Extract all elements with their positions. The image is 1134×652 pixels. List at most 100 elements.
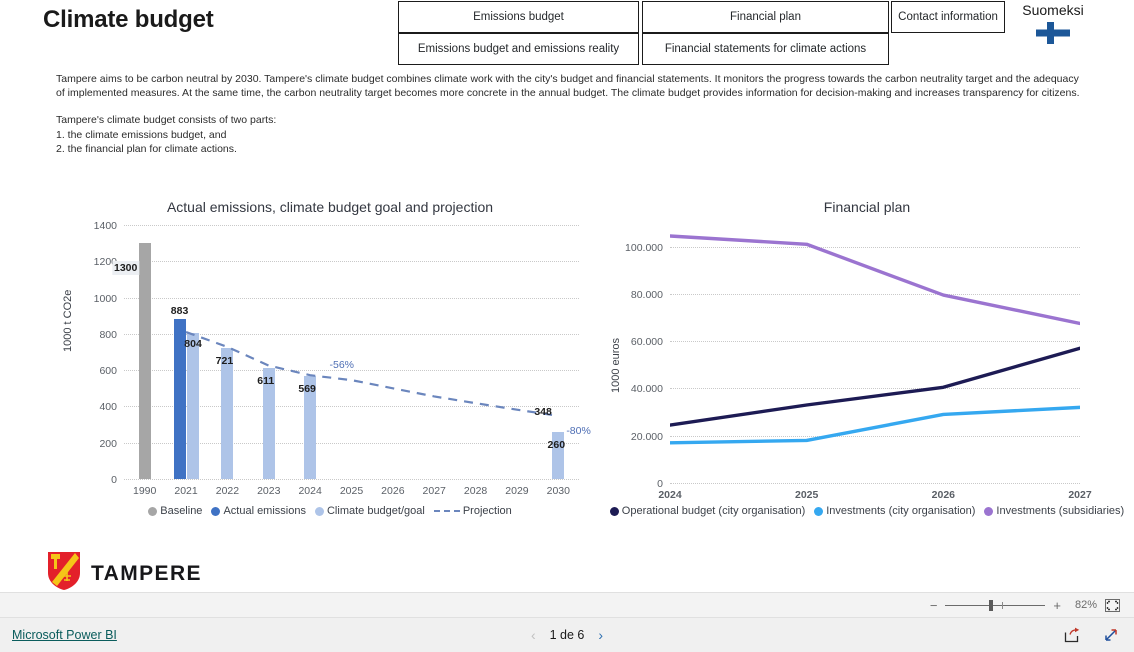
y-axis-tick-label: 100.000 bbox=[625, 241, 663, 254]
legend-label: Projection bbox=[462, 505, 512, 517]
line-series[interactable] bbox=[670, 405, 1080, 445]
legend-label: Operational budget (city organisation) bbox=[621, 505, 806, 517]
zoom-toolbar: − + 82% bbox=[0, 592, 1134, 618]
y-axis-tick-label: 20.000 bbox=[630, 430, 663, 443]
y-axis-tick-label: 400 bbox=[99, 401, 117, 414]
footer-actions bbox=[1064, 627, 1120, 643]
nav-button-emissions-budget[interactable]: Emissions budget bbox=[398, 1, 639, 33]
x-axis-tick-label: 2028 bbox=[463, 485, 488, 497]
fullscreen-icon[interactable] bbox=[1103, 627, 1120, 643]
legend-item[interactable]: Baseline bbox=[148, 505, 202, 517]
legend-label: Baseline bbox=[160, 505, 203, 517]
line-series[interactable] bbox=[670, 346, 1080, 427]
y-axis-title: 1000 t CO2e bbox=[62, 289, 74, 352]
intro-paragraph-2-line-2: 1. the climate emissions budget, and bbox=[56, 128, 227, 141]
page-title: Climate budget bbox=[43, 6, 214, 33]
tampere-logo: TAMPERE bbox=[48, 552, 202, 595]
intro-paragraph-2-line-3: 2. the financial plan for climate action… bbox=[56, 142, 237, 155]
page-navigation: ‹ 1 de 6 › bbox=[0, 627, 1134, 643]
x-axis-tick-label: 2024 bbox=[658, 489, 682, 501]
nav-button-contact-information[interactable]: Contact information bbox=[891, 1, 1005, 33]
chevron-left-icon[interactable]: ‹ bbox=[531, 627, 536, 643]
legend-item[interactable]: Investments (subsidiaries) bbox=[984, 505, 1124, 517]
chart-annotation: 348 bbox=[534, 406, 552, 419]
legend-item[interactable]: Climate budget/goal bbox=[314, 505, 425, 517]
zoom-slider-thumb[interactable] bbox=[989, 600, 994, 611]
legend-item[interactable]: Projection bbox=[433, 505, 512, 517]
share-icon[interactable] bbox=[1064, 627, 1081, 643]
language-switch-label: Suomeksi bbox=[1022, 2, 1084, 18]
y-axis-tick-label: 0 bbox=[111, 474, 117, 486]
line-series-group bbox=[670, 234, 1080, 445]
y-axis-tick-label: 800 bbox=[99, 328, 117, 341]
x-axis-tick-label: 2022 bbox=[215, 485, 240, 497]
x-axis-tick-label: 2025 bbox=[339, 485, 364, 497]
y-axis-tick-label: 600 bbox=[99, 365, 117, 378]
emissions-chart[interactable]: Actual emissions, climate budget goal an… bbox=[60, 195, 600, 525]
powerbi-footer: Microsoft Power BI ‹ 1 de 6 › bbox=[0, 618, 1134, 652]
nav-label: Contact information bbox=[898, 10, 998, 23]
intro-paragraph-2-line-1: Tampere's climate budget consists of two… bbox=[56, 114, 277, 127]
financial-plan-chart[interactable]: Financial plan 1000 euros 0 20.000 40.000 6… bbox=[600, 195, 1134, 525]
zoom-slider-track bbox=[945, 605, 1046, 606]
language-switch-suomeksi[interactable]: Suomeksi bbox=[1010, 2, 1096, 44]
report-page: Climate budget Emissions budget Financia… bbox=[0, 0, 1134, 652]
chart-legend: Operational budget (city organisation) In… bbox=[600, 505, 1134, 517]
report-canvas: Climate budget Emissions budget Financia… bbox=[0, 0, 1134, 592]
legend-dot bbox=[314, 506, 324, 516]
fit-to-page-icon[interactable] bbox=[1105, 598, 1120, 612]
x-axis-tick-label: 2026 bbox=[381, 485, 405, 497]
legend-dot bbox=[609, 506, 619, 516]
zoom-slider[interactable] bbox=[945, 599, 1046, 611]
y-axis-tick-label: 60.000 bbox=[630, 336, 663, 349]
nav-label: Emissions budget and emissions reality bbox=[417, 42, 620, 55]
x-axis-tick-label: 2023 bbox=[257, 485, 281, 497]
nav-button-emissions-budget-and-reality[interactable]: Emissions budget and emissions reality bbox=[398, 33, 639, 65]
gridline: 0 bbox=[657, 478, 1080, 490]
legend-dot bbox=[984, 506, 994, 516]
x-axis-tick-label: 2021 bbox=[174, 485, 198, 497]
y-axis-tick-label: 80.000 bbox=[630, 288, 663, 301]
x-axis-tick-label: 2027 bbox=[422, 485, 446, 497]
zoom-percentage: 82% bbox=[1074, 599, 1097, 611]
legend-label: Investments (subsidiaries) bbox=[996, 505, 1125, 517]
legend-dash-key bbox=[433, 510, 460, 512]
y-axis-tick-label: 200 bbox=[99, 437, 117, 450]
chart-title: Financial plan bbox=[823, 199, 911, 215]
page-indicator: 1 de 6 bbox=[549, 628, 585, 642]
chart-annotation: -80% bbox=[566, 425, 591, 438]
gridline: 0 bbox=[111, 474, 579, 486]
legend-item[interactable]: Operational budget (city organisation) bbox=[609, 505, 806, 517]
x-axis-tick-label: 2029 bbox=[505, 485, 529, 497]
legend-item[interactable]: Investments (city organisation) bbox=[814, 505, 975, 517]
y-axis-tick-label: 1400 bbox=[93, 220, 117, 232]
nav-label: Financial statements for climate actions bbox=[664, 42, 867, 55]
chart-title: Actual emissions, climate budget goal an… bbox=[166, 199, 494, 215]
legend-label: Climate budget/goal bbox=[326, 505, 425, 517]
nav-button-financial-plan[interactable]: Financial plan bbox=[642, 1, 889, 33]
chart-annotation: -56% bbox=[329, 359, 355, 372]
x-axis-tick-label: 2030 bbox=[546, 485, 570, 497]
legend-dot bbox=[148, 506, 158, 516]
x-axis-tick-label: 1990 bbox=[132, 485, 157, 497]
nav-button-financial-statements[interactable]: Financial statements for climate actions bbox=[642, 33, 889, 65]
x-axis-tick-label: 2027 bbox=[1068, 489, 1092, 501]
legend-dot bbox=[211, 506, 221, 516]
plot-area: 0 20.000 40.000 60.000 80.000 100.000 2024 2025… bbox=[625, 223, 1092, 501]
y-axis-tick-label: 1000 bbox=[93, 292, 117, 305]
zoom-in-button[interactable]: + bbox=[1053, 598, 1061, 613]
chart-legend: Baseline Actual emissions Climate budget/g… bbox=[60, 505, 600, 517]
finland-flag-icon bbox=[1010, 22, 1096, 44]
intro-text: Tampere aims to be carbon neutral by 203… bbox=[56, 72, 1081, 156]
x-axis-tick-label: 2024 bbox=[298, 485, 322, 497]
nav-label: Financial plan bbox=[730, 10, 801, 23]
line-series[interactable] bbox=[670, 234, 1080, 326]
tampere-coat-of-arms-icon bbox=[48, 552, 80, 595]
nav-label: Emissions budget bbox=[473, 10, 564, 23]
plot-area: 0 200 400 600 800 1000 1200 1400 1990 2021 2022 202… bbox=[94, 220, 591, 497]
legend-item[interactable]: Actual emissions bbox=[211, 505, 306, 517]
zoom-out-button[interactable]: − bbox=[930, 598, 938, 613]
x-axis-tick-label: 2026 bbox=[931, 489, 956, 501]
chevron-right-icon[interactable]: › bbox=[598, 627, 603, 643]
zoom-slider-tick bbox=[1002, 602, 1004, 609]
